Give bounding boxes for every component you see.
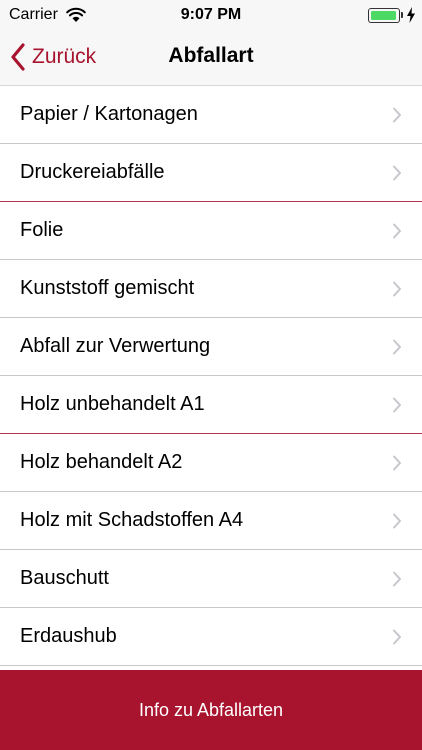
charging-bolt-icon <box>407 7 415 23</box>
chevron-right-icon <box>393 455 401 471</box>
chevron-right-icon <box>393 107 401 123</box>
list-item[interactable]: Bauschutt <box>0 550 422 608</box>
list-item-label: Druckereiabfälle <box>20 161 165 183</box>
list-item[interactable]: Folie <box>0 202 422 260</box>
list-item-label: Kunststoff gemischt <box>20 277 195 299</box>
status-bar: Carrier 9:07 PM <box>0 0 422 30</box>
list-item-label: Bauschutt <box>20 567 109 589</box>
chevron-right-icon <box>393 339 401 355</box>
list-item-label: Papier / Kartonagen <box>20 103 198 125</box>
list-item[interactable]: Holz behandelt A2 <box>0 434 422 492</box>
page-title: Abfallart <box>168 44 254 67</box>
navigation-bar: Zurück Abfallart <box>0 30 422 86</box>
list-item-label: Folie <box>20 219 64 241</box>
chevron-right-icon <box>393 223 401 239</box>
list-item-label: Holz behandelt A2 <box>20 451 183 473</box>
battery-level <box>371 11 396 20</box>
list-item[interactable]: Abfall zur Verwertung <box>0 318 422 376</box>
waste-type-list: Papier / Kartonagen Druckereiabfälle Fol… <box>0 86 422 666</box>
chevron-right-icon <box>393 513 401 529</box>
list-item[interactable]: Erdaushub <box>0 608 422 666</box>
list-item-label: Erdaushub <box>20 625 117 647</box>
list-item[interactable]: Kunststoff gemischt <box>0 260 422 318</box>
list-item-label: Holz mit Schadstoffen A4 <box>20 509 244 531</box>
list-item-label: Holz unbehandelt A1 <box>20 393 205 415</box>
chevron-right-icon <box>393 281 401 297</box>
list-item-label: Abfall zur Verwertung <box>20 335 211 357</box>
battery-icon <box>368 8 400 23</box>
info-button[interactable]: Info zu Abfallarten <box>0 670 422 750</box>
chevron-right-icon <box>393 165 401 181</box>
list-item[interactable]: Holz mit Schadstoffen A4 <box>0 492 422 550</box>
list-item[interactable]: Holz unbehandelt A1 <box>0 376 422 434</box>
clock: 9:07 PM <box>180 6 242 23</box>
chevron-right-icon <box>393 629 401 645</box>
list-item[interactable]: Papier / Kartonagen <box>0 86 422 144</box>
chevron-right-icon <box>393 571 401 587</box>
chevron-right-icon <box>393 397 401 413</box>
battery-cap <box>401 12 403 18</box>
list-item[interactable]: Druckereiabfälle <box>0 144 422 202</box>
